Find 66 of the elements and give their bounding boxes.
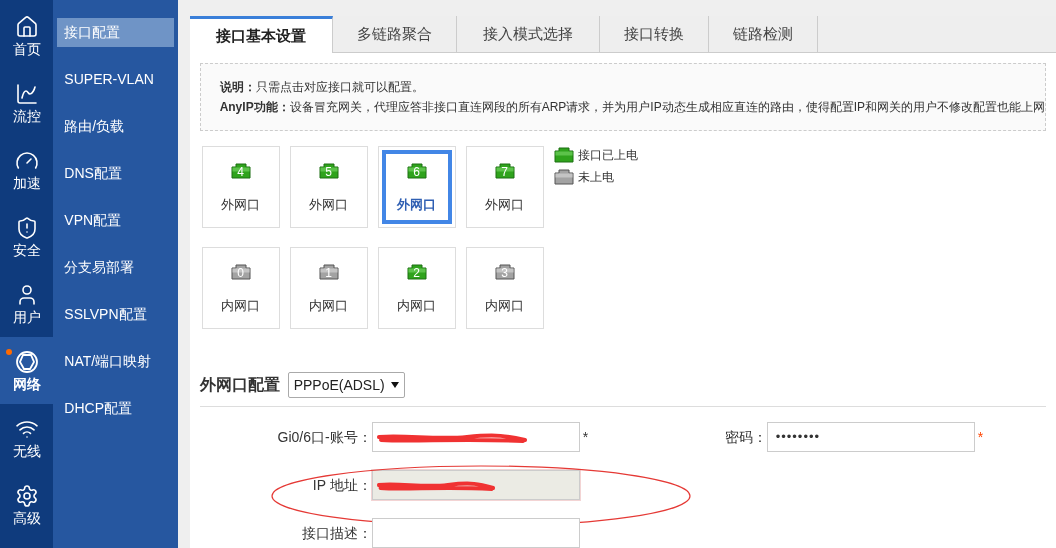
port-number: 5 [324,163,333,179]
port-tile[interactable]: 3 内网口 [465,247,544,329]
port-number: 3 [500,264,509,280]
note-text: 说明：只需点击对应接口就可以配置。 [219,81,425,93]
tab[interactable]: 链路检测 [708,16,818,53]
mode-select[interactable]: PPPoE(ADSL) [287,372,405,398]
port-number: 2 [412,264,421,280]
port-label: 外网口 [397,198,437,211]
globe-icon [14,350,39,374]
note-text: AnyIP功能：设备冒充网关，代理应答非接口直连网段的所有ARP请求，并为用户IP动态生成相应直连的路由，使得配置IP和网关的用户不修改配置也能上网 [219,101,1045,113]
submenu-item[interactable]: SUPER-VLAN [57,65,174,94]
tab[interactable]: 接入模式选择 [456,16,600,53]
legend-label: 未上电 [577,169,614,186]
required-mark: * [582,428,589,445]
port-number: 0 [236,264,245,280]
submenu-item[interactable]: 分支易部署 [57,253,174,282]
port-tile[interactable]: 2 内网口 [377,247,456,329]
nav-rail-item[interactable]: 网络 [0,337,54,404]
port-tile[interactable]: 4 外网口 [201,146,280,228]
port-label: 外网口 [485,198,525,211]
port-label: 外网口 [309,198,349,211]
field-label: IP 地址： [311,475,372,495]
nav-rail-item[interactable]: 首页 [0,2,54,69]
port-tile[interactable]: 5 外网口 [289,146,368,228]
port-number: 1 [324,264,333,280]
input-field[interactable] [371,518,580,548]
port-label: 外网口 [221,198,261,211]
port-number: 7 [500,163,509,179]
nav-rail-item[interactable]: 无线 [0,404,54,471]
port-number: 4 [236,163,245,179]
port-tile[interactable]: 1 内网口 [289,247,368,329]
nav-rail-item[interactable]: 用户 [0,270,54,337]
input-field[interactable] [371,422,580,452]
settings-icon [14,484,39,508]
field-label: 接口描述： [300,523,372,543]
section-title: 外网口配置 [199,375,280,395]
nav-rail-item[interactable]: 流控 [0,69,54,136]
password-field[interactable]: •••••••• [766,422,975,452]
port-tile[interactable]: 0 内网口 [201,247,280,329]
tab[interactable]: 多链路聚合 [332,16,457,53]
nav-rail-item[interactable]: 高级 [0,471,54,538]
submenu-item[interactable]: DNS配置 [57,159,174,188]
legend-label: 接口已上电 [577,147,638,164]
nav-rail-item[interactable]: 安全 [0,203,54,270]
submenu-item[interactable]: DHCP配置 [57,394,174,423]
field-label: 密码： [723,427,767,447]
tab[interactable]: 接口转换 [599,16,709,53]
required-mark: * [977,428,984,445]
port-number: 6 [412,163,421,179]
field-label: Gi0/6口-账号： [276,427,372,447]
port-label: 内网口 [221,299,261,312]
port-label: 内网口 [485,299,525,312]
port-tile[interactable]: 7 外网口 [465,146,544,228]
port-label: 内网口 [397,299,437,312]
port-tile[interactable]: 6 外网口 [377,146,456,228]
submenu-item[interactable]: 路由/负载 [57,112,174,141]
submenu-item[interactable]: NAT/端口映射 [57,347,174,376]
dropdown-caret-icon [390,382,399,388]
tab[interactable]: 接口基本设置 [189,16,333,53]
port-label: 内网口 [309,299,349,312]
home-icon [14,15,39,39]
submenu-item[interactable]: VPN配置 [57,206,174,235]
nav-rail-item[interactable]: 加速 [0,136,54,203]
input-field[interactable] [371,470,580,500]
submenu-item[interactable]: SSLVPN配置 [57,300,174,329]
line-chart-icon [14,82,39,106]
